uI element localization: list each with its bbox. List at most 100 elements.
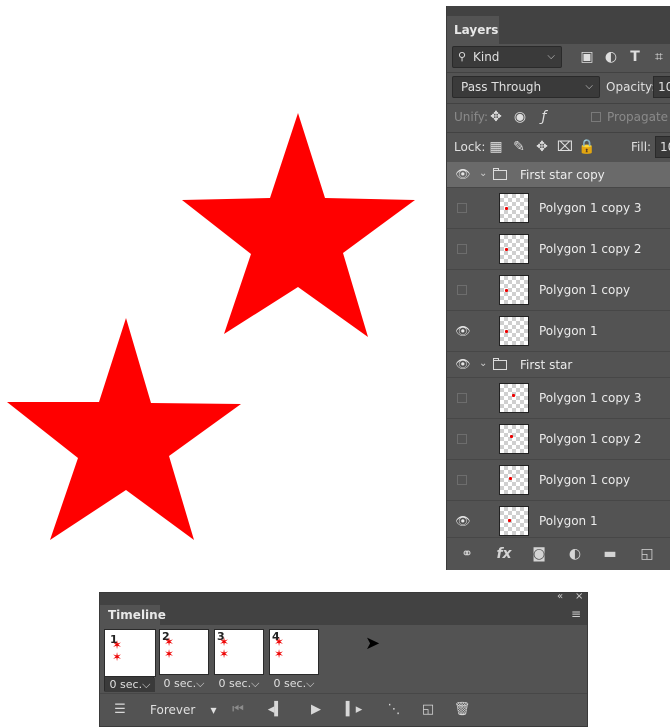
layer-thumbnail (499, 383, 529, 413)
canvas-artwork (7, 113, 415, 540)
frame-item[interactable]: 4 ✶ ✶ 0 sec.⌵ (269, 629, 319, 692)
loop-select[interactable]: Forever ▾ (150, 702, 217, 718)
layer-row[interactable]: Polygon 1 copy 3 (447, 378, 670, 419)
eye-icon[interactable]: 👁 (455, 167, 471, 181)
tab-layers[interactable]: Layers (447, 16, 499, 44)
eye-icon[interactable]: 👁 (455, 514, 471, 528)
layer-group-row[interactable]: 👁 ⌄ First star copy (447, 162, 670, 188)
frame-item[interactable]: 1 ✶ ✶ 0 sec.⌵ (104, 629, 156, 692)
unify-label: Unify: (454, 110, 489, 124)
lock-artboard-icon[interactable]: ⌧ (556, 134, 574, 160)
visibility-box[interactable] (457, 285, 467, 295)
adjustment-layer-icon[interactable]: ◐ (565, 544, 585, 564)
layer-row[interactable]: Polygon 1 copy (447, 460, 670, 501)
delete-frame-icon[interactable]: 🗑 (452, 701, 472, 719)
layer-name: Polygon 1 copy (539, 473, 631, 487)
lock-all-icon[interactable]: 🔒 (578, 134, 596, 160)
tween-icon[interactable]: ⋱ (384, 701, 404, 719)
layer-row[interactable]: 👁 Polygon 1 (447, 501, 670, 542)
folder-icon (493, 358, 507, 370)
star-shape-lower (7, 318, 241, 540)
convert-icon[interactable]: ☰ (110, 701, 130, 719)
timeline-panel: « × Timeline ≡ 1 ✶ ✶ 0 sec.⌵ 2 ✶ ✶ 0 sec.⌵… (99, 591, 588, 727)
lock-position-icon[interactable]: ✥ (533, 134, 551, 160)
layers-footer: ⚭ fx ◙ ◐ ▬ ◱ (447, 537, 670, 570)
folder-icon (493, 168, 507, 180)
star-icon: ✶ ✶ (274, 635, 285, 661)
document-canvas[interactable] (0, 0, 446, 590)
lock-label: Lock: (454, 140, 486, 154)
lock-row: Lock: ▦ ✎ ✥ ⌧ 🔒 Fill: 10 (447, 134, 670, 160)
eye-icon[interactable]: 👁 (455, 324, 471, 338)
blend-mode-select[interactable]: Pass Through ⌵ (452, 76, 600, 98)
visibility-box[interactable] (457, 393, 467, 403)
visibility-box[interactable] (457, 244, 467, 254)
filter-kind-select[interactable]: ⚲ Kind ⌵ (452, 46, 562, 68)
layer-row[interactable]: Polygon 1 copy (447, 270, 670, 311)
play-icon[interactable]: ▶ (306, 701, 326, 719)
layer-thumbnail (499, 316, 529, 346)
visibility-box[interactable] (457, 434, 467, 444)
close-icon[interactable]: × (575, 591, 583, 602)
frame-delay[interactable]: 0 sec.⌵ (214, 677, 264, 691)
frame-item[interactable]: 2 ✶ ✶ 0 sec.⌵ (159, 629, 209, 692)
frame-delay-value: 0 sec. (109, 678, 143, 691)
tab-timeline[interactable]: Timeline (100, 605, 166, 625)
layer-row[interactable]: Polygon 1 copy 2 (447, 419, 670, 460)
fx-icon[interactable]: fx (494, 544, 514, 564)
type-filter-icon[interactable]: T (626, 44, 644, 70)
chevron-down-icon: ⌵ (585, 81, 593, 92)
filter-row: ⚲ Kind ⌵ ▣ ◐ T ⌗ (447, 44, 670, 70)
unify-position-icon[interactable]: ✥ (487, 104, 505, 130)
loop-value: Forever (150, 703, 196, 717)
mouse-cursor-icon: ➤ (365, 633, 381, 654)
frame-delay[interactable]: 0 sec.⌵ (269, 677, 319, 691)
next-frame-icon[interactable]: ▍▸ (344, 701, 364, 719)
frame-thumbnail: 1 ✶ ✶ (104, 629, 156, 677)
new-layer-icon[interactable]: ◱ (637, 544, 657, 564)
opacity-label: Opacity: (606, 80, 656, 94)
fill-input[interactable]: 10 (655, 136, 670, 158)
chevron-down-icon[interactable]: ⌄ (479, 168, 487, 179)
visibility-box[interactable] (457, 203, 467, 213)
unify-style-icon[interactable]: ƒ (535, 104, 553, 130)
collapse-icon[interactable]: « (557, 591, 563, 602)
frame-thumbnail: 3 ✶ ✶ (214, 629, 264, 675)
frame-delay-value: 0 sec. (163, 677, 197, 690)
image-filter-icon[interactable]: ▣ (578, 44, 596, 70)
layer-group-row[interactable]: 👁 ⌄ First star (447, 352, 670, 378)
layer-thumbnail (499, 465, 529, 495)
star-icon: ✶ ✶ (164, 635, 175, 661)
panel-menu-icon[interactable]: ≡ (571, 607, 581, 621)
star-shape-upper (182, 113, 415, 337)
timeline-controls: ☰ Forever ▾ ⏮ ◂▍ ▶ ▍▸ ⋱ ◱ 🗑 (100, 693, 587, 726)
adjustment-filter-icon[interactable]: ◐ (602, 44, 620, 70)
layer-name: Polygon 1 (539, 324, 598, 338)
previous-frame-icon[interactable]: ◂▍ (266, 701, 286, 719)
duplicate-frame-icon[interactable]: ◱ (418, 701, 438, 719)
group-name: First star copy (520, 168, 605, 182)
layer-row[interactable]: 👁 Polygon 1 (447, 311, 670, 352)
opacity-input[interactable]: 10 (653, 76, 670, 98)
layer-thumbnail (499, 193, 529, 223)
layer-row[interactable]: Polygon 1 copy 3 (447, 188, 670, 229)
first-frame-icon[interactable]: ⏮ (228, 701, 248, 719)
lock-paint-icon[interactable]: ✎ (510, 134, 528, 160)
visibility-box[interactable] (457, 475, 467, 485)
shape-filter-icon[interactable]: ⌗ (650, 44, 668, 70)
link-layers-icon[interactable]: ⚭ (457, 544, 477, 564)
unify-visibility-icon[interactable]: ◉ (511, 104, 529, 130)
layer-row[interactable]: Polygon 1 copy 2 (447, 229, 670, 270)
layer-mask-icon[interactable]: ◙ (529, 544, 549, 564)
frame-item[interactable]: 3 ✶ ✶ 0 sec.⌵ (214, 629, 264, 692)
blend-row: Pass Through ⌵ Opacity: 10 (447, 74, 670, 100)
lock-transparent-icon[interactable]: ▦ (487, 134, 505, 160)
layers-panel: Layers ⚲ Kind ⌵ ▣ ◐ T ⌗ Pass Through ⌵ O… (446, 6, 670, 570)
frame-delay[interactable]: 0 sec.⌵ (105, 678, 155, 692)
propagate-checkbox[interactable] (591, 112, 601, 122)
eye-icon[interactable]: 👁 (455, 357, 471, 371)
frame-delay[interactable]: 0 sec.⌵ (159, 677, 209, 691)
panel-top-bar: « × (100, 591, 587, 605)
chevron-down-icon[interactable]: ⌄ (479, 358, 487, 369)
new-group-icon[interactable]: ▬ (600, 544, 620, 564)
